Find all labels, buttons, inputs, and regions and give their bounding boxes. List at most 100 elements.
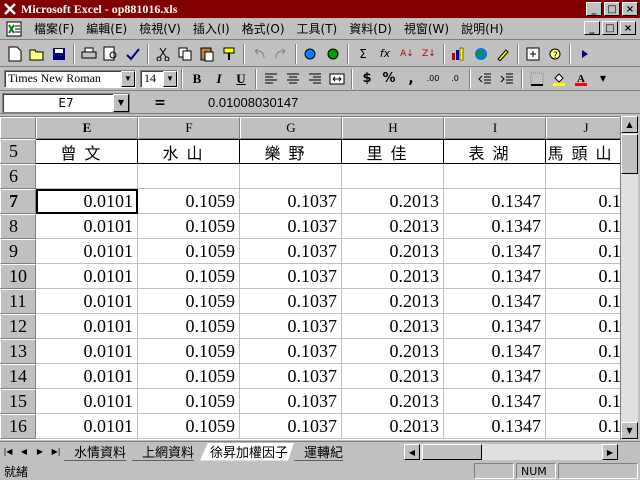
scroll-down-button[interactable]: ▼ — [621, 422, 638, 439]
decrease-decimal-button[interactable]: .0 — [444, 68, 466, 90]
chevron-down-icon[interactable]: ▼ — [163, 70, 177, 87]
grid-cell[interactable]: 0.2013 — [342, 289, 444, 314]
grid-cell[interactable]: 0.1 — [546, 389, 620, 414]
zoom-icon[interactable] — [522, 43, 544, 65]
grid-cell[interactable]: 0.1347 — [444, 264, 546, 289]
grid-cell[interactable]: 0.1059 — [138, 364, 240, 389]
format-painter-icon[interactable] — [218, 43, 240, 65]
doc-minimize-button[interactable]: _ — [584, 21, 600, 35]
grid-cell[interactable]: 0.1 — [546, 214, 620, 239]
name-box[interactable]: E7 ▼ — [2, 92, 130, 113]
grid-cell[interactable]: 馬頭山 — [546, 139, 620, 164]
vertical-scroll-thumb[interactable] — [621, 134, 638, 174]
grid-cell[interactable]: 0.1037 — [240, 289, 342, 314]
maximize-button[interactable]: □ — [604, 2, 620, 16]
office-assistant-icon[interactable]: ? — [544, 43, 566, 65]
increase-indent-icon[interactable] — [496, 68, 518, 90]
grid-cell[interactable]: 0.1347 — [444, 214, 546, 239]
grid-cell[interactable]: 0.2013 — [342, 239, 444, 264]
grid-cell[interactable]: 0.1059 — [138, 289, 240, 314]
grid-cell[interactable]: 0.1037 — [240, 189, 342, 214]
grid-cell[interactable]: 0.1059 — [138, 264, 240, 289]
web-toolbar-icon[interactable] — [322, 43, 344, 65]
grid-cell[interactable] — [546, 164, 620, 189]
grid-cell[interactable]: 0.1037 — [240, 264, 342, 289]
last-sheet-button[interactable]: ▶| — [48, 444, 64, 460]
open-icon[interactable] — [26, 43, 48, 65]
column-header[interactable]: J — [546, 117, 620, 139]
menu-view[interactable]: 檢視(V) — [133, 20, 187, 37]
active-cell[interactable]: 0.0101 — [36, 189, 138, 214]
chart-wizard-icon[interactable] — [448, 43, 470, 65]
grid-cell[interactable]: 0.2013 — [342, 314, 444, 339]
copy-icon[interactable] — [174, 43, 196, 65]
prev-sheet-button[interactable]: ◀ — [16, 444, 32, 460]
grid-cell[interactable]: 0.2013 — [342, 339, 444, 364]
paste-icon[interactable] — [196, 43, 218, 65]
column-header[interactable]: I — [444, 117, 546, 139]
menu-edit[interactable]: 編輯(E) — [80, 20, 133, 37]
grid-cell[interactable]: 0.0101 — [36, 314, 138, 339]
italic-button[interactable]: I — [208, 68, 230, 90]
grid-cell[interactable]: 0.0101 — [36, 214, 138, 239]
grid-cell[interactable]: 0.1347 — [444, 314, 546, 339]
scroll-right-button[interactable]: ▶ — [602, 444, 618, 460]
row-header[interactable]: 6 — [0, 164, 36, 189]
fill-color-icon[interactable] — [548, 68, 570, 90]
sort-ascending-icon[interactable]: A↓ — [396, 43, 418, 65]
grid-cell[interactable]: 0.0101 — [36, 289, 138, 314]
doc-restore-button[interactable]: □ — [602, 21, 618, 35]
paste-function-icon[interactable]: fx — [374, 43, 396, 65]
grid-cell[interactable]: 0.1037 — [240, 314, 342, 339]
increase-decimal-button[interactable]: .00 — [422, 68, 444, 90]
sheet-tab[interactable]: 上網資料 — [132, 443, 200, 461]
grid-cell[interactable]: 0.1347 — [444, 389, 546, 414]
grid-cell[interactable]: 0.1347 — [444, 239, 546, 264]
grid-cell[interactable]: 0.2013 — [342, 389, 444, 414]
bold-button[interactable]: B — [186, 68, 208, 90]
minimize-button[interactable]: _ — [586, 2, 602, 16]
grid-cell[interactable]: 0.1059 — [138, 414, 240, 439]
grid-cell[interactable]: 0.1347 — [444, 364, 546, 389]
font-color-icon[interactable]: A — [570, 68, 592, 90]
grid-cell[interactable]: 0.1059 — [138, 189, 240, 214]
grid-cell[interactable]: 0.2013 — [342, 414, 444, 439]
grid-cell[interactable]: 0.0101 — [36, 364, 138, 389]
grid-cell[interactable]: 0.1059 — [138, 339, 240, 364]
grid-cell[interactable]: 水山 — [138, 139, 240, 164]
row-header[interactable]: 12 — [0, 314, 36, 339]
map-icon[interactable] — [470, 43, 492, 65]
column-header[interactable]: G — [240, 117, 342, 139]
next-sheet-button[interactable]: ▶ — [32, 444, 48, 460]
currency-button[interactable]: $ — [356, 68, 378, 90]
grid-cell[interactable]: 0.1037 — [240, 389, 342, 414]
vertical-scrollbar[interactable]: ▲ ▼ — [620, 116, 638, 440]
grid-cell[interactable]: 0.1 — [546, 264, 620, 289]
grid-cell[interactable]: 0.1059 — [138, 239, 240, 264]
align-center-icon[interactable] — [282, 68, 304, 90]
grid-cell[interactable]: 0.1 — [546, 414, 620, 439]
percent-button[interactable]: % — [378, 68, 400, 90]
grid-cell[interactable]: 0.1347 — [444, 289, 546, 314]
column-header[interactable]: H — [342, 117, 444, 139]
column-header[interactable]: E — [36, 117, 138, 139]
print-preview-icon[interactable] — [100, 43, 122, 65]
grid-cell[interactable] — [138, 164, 240, 189]
grid-cell[interactable]: 0.1 — [546, 364, 620, 389]
grid-cell[interactable] — [342, 164, 444, 189]
sheet-tab-active[interactable]: 徐昇加權因子 — [200, 443, 294, 461]
align-left-icon[interactable] — [260, 68, 282, 90]
row-header[interactable]: 5 — [0, 139, 36, 164]
new-icon[interactable] — [4, 43, 26, 65]
excel-app-icon[interactable] — [2, 1, 18, 17]
row-header[interactable]: 8 — [0, 214, 36, 239]
first-sheet-button[interactable]: |◀ — [0, 444, 16, 460]
menu-insert[interactable]: 插入(I) — [187, 20, 236, 37]
scroll-up-button[interactable]: ▲ — [621, 116, 638, 133]
underline-button[interactable]: U — [230, 68, 252, 90]
doc-close-button[interactable]: × — [620, 21, 636, 35]
font-size-select[interactable]: 14 ▼ — [140, 69, 178, 88]
row-header[interactable]: 14 — [0, 364, 36, 389]
grid-cell[interactable]: 0.1 — [546, 239, 620, 264]
grid-cell[interactable]: 0.2013 — [342, 189, 444, 214]
